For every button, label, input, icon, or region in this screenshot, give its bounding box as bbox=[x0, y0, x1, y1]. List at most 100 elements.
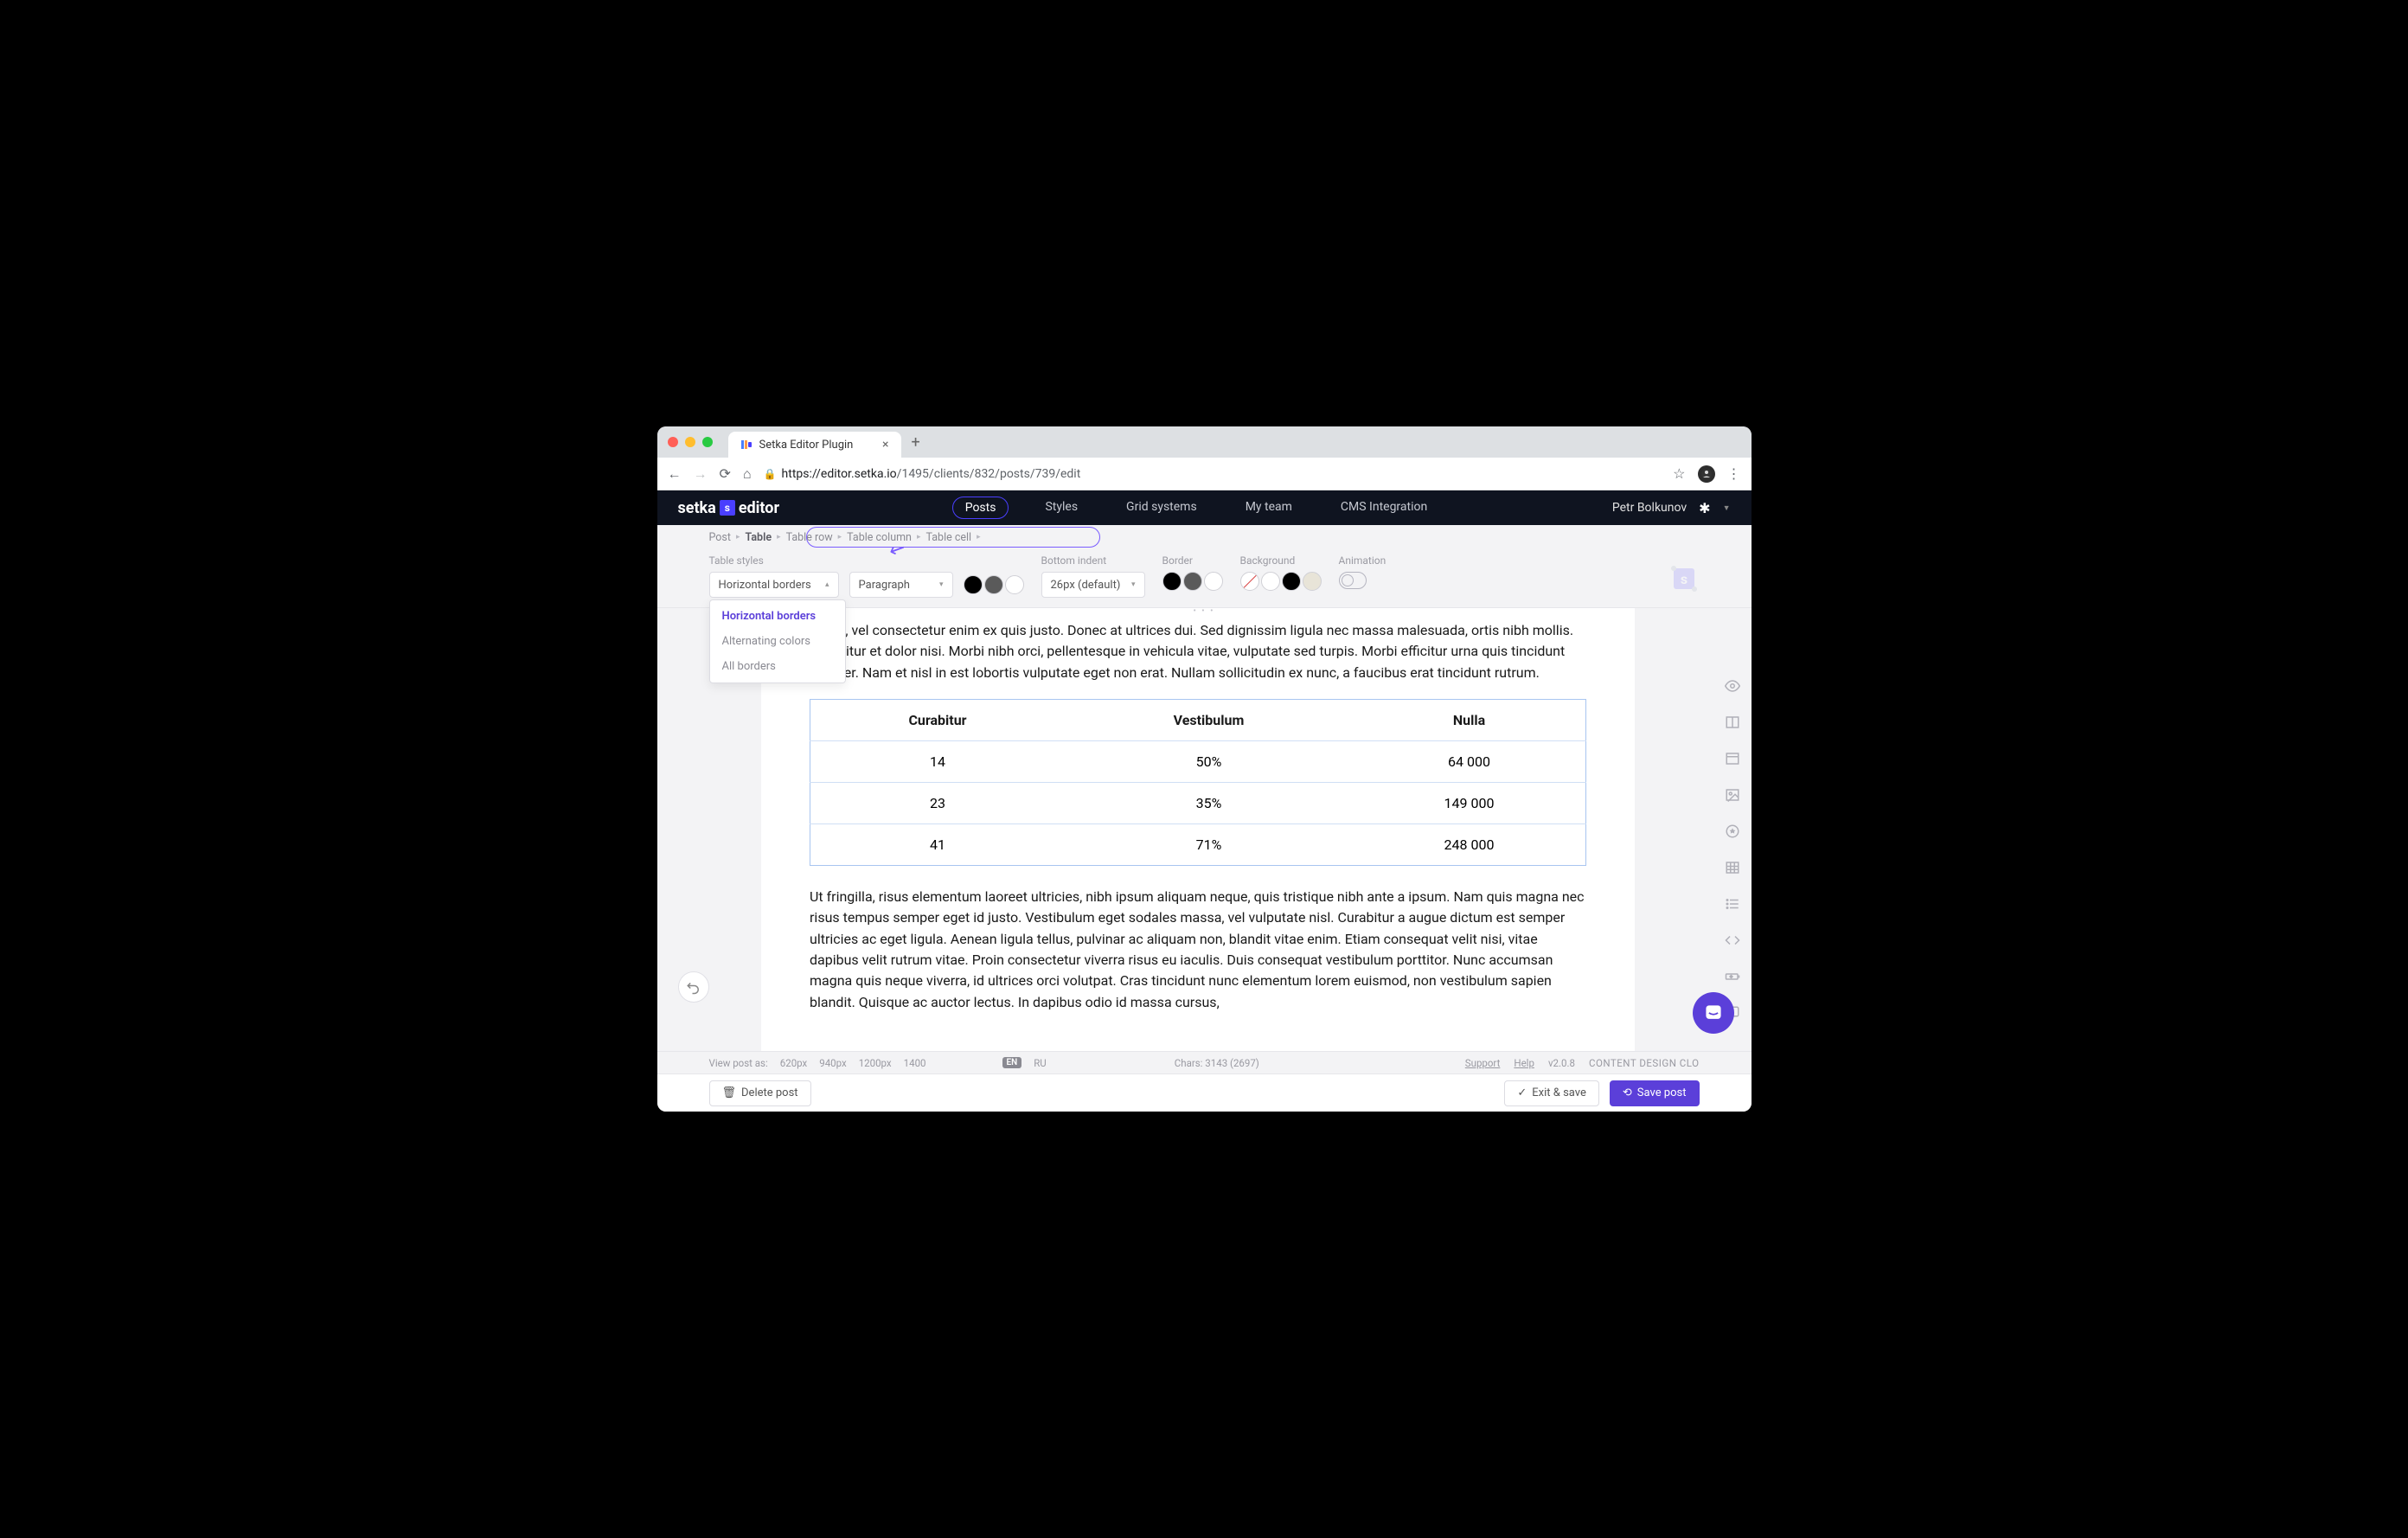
table-header-cell[interactable]: Vestibulum bbox=[1065, 699, 1353, 740]
table-cell[interactable]: 23 bbox=[810, 782, 1065, 823]
post-page[interactable]: s velit, vel consectetur enim ex quis ju… bbox=[761, 608, 1635, 1051]
paragraph-text[interactable]: Ut fringilla, risus elementum laoreet ul… bbox=[810, 887, 1586, 1013]
swatch-white[interactable] bbox=[1204, 572, 1223, 591]
intercom-widget[interactable] bbox=[1693, 992, 1734, 1034]
delete-post-button[interactable]: 🗑 Delete post bbox=[709, 1080, 811, 1106]
swatch-black[interactable] bbox=[964, 575, 983, 594]
animation-label: Animation bbox=[1339, 554, 1387, 567]
table-cell[interactable]: 71% bbox=[1065, 823, 1353, 865]
table-cell[interactable]: 149 000 bbox=[1353, 782, 1585, 823]
table-row[interactable]: 41 71% 248 000 bbox=[810, 823, 1586, 865]
dropdown-horizontal-borders[interactable]: Horizontal borders bbox=[710, 604, 845, 629]
app-logo[interactable]: setka s editor bbox=[678, 499, 780, 517]
close-window-icon[interactable] bbox=[668, 437, 678, 447]
window-titlebar: Setka Editor Plugin × + bbox=[657, 426, 1752, 458]
app-nav: Posts Styles Grid systems My team CMS In… bbox=[952, 497, 1440, 519]
right-tool-rail bbox=[1713, 608, 1752, 1051]
nav-posts[interactable]: Posts bbox=[952, 497, 1009, 519]
settings-gear-icon[interactable]: ✱ bbox=[1699, 500, 1710, 516]
breadcrumb-table-row[interactable]: Table row bbox=[786, 531, 833, 544]
settings-caret-icon[interactable]: ▼ bbox=[1723, 503, 1731, 513]
nav-styles[interactable]: Styles bbox=[1033, 497, 1090, 519]
width-option[interactable]: 1200px bbox=[859, 1057, 892, 1069]
back-icon[interactable]: ← bbox=[668, 465, 682, 483]
table-icon[interactable] bbox=[1724, 859, 1741, 876]
window-icon[interactable] bbox=[1724, 750, 1741, 767]
minimize-window-icon[interactable] bbox=[685, 437, 695, 447]
exit-save-button[interactable]: ✓ Exit & save bbox=[1504, 1080, 1599, 1106]
tab-close-icon[interactable]: × bbox=[882, 438, 888, 452]
breadcrumb-table[interactable]: Table bbox=[746, 531, 772, 544]
table-cell[interactable]: 50% bbox=[1065, 740, 1353, 782]
width-option[interactable]: 940px bbox=[819, 1057, 846, 1069]
width-option[interactable]: 620px bbox=[780, 1057, 807, 1069]
code-icon[interactable] bbox=[1724, 932, 1741, 949]
dropdown-all-borders[interactable]: All borders bbox=[710, 654, 845, 679]
swatch-none[interactable] bbox=[1240, 572, 1259, 591]
caret-up-icon: ▴ bbox=[825, 580, 829, 589]
profile-avatar-icon[interactable] bbox=[1698, 465, 1715, 483]
home-icon[interactable]: ⌂ bbox=[743, 465, 752, 483]
swatch-black[interactable] bbox=[1282, 572, 1301, 591]
paragraph-text[interactable]: s velit, vel consectetur enim ex quis ju… bbox=[810, 620, 1586, 683]
swatch-white[interactable] bbox=[1005, 575, 1024, 594]
table-cell[interactable]: 248 000 bbox=[1353, 823, 1585, 865]
battery-icon[interactable] bbox=[1724, 968, 1741, 985]
breadcrumb-post[interactable]: Post bbox=[709, 531, 731, 544]
swatch-white[interactable] bbox=[1261, 572, 1280, 591]
content-table[interactable]: Curabitur Vestibulum Nulla 14 50% 64 000… bbox=[810, 699, 1586, 866]
nav-grid-systems[interactable]: Grid systems bbox=[1114, 497, 1209, 519]
table-header-row[interactable]: Curabitur Vestibulum Nulla bbox=[810, 699, 1586, 740]
star-icon[interactable] bbox=[1724, 823, 1741, 840]
animation-toggle-icon[interactable] bbox=[1339, 572, 1367, 589]
user-name[interactable]: Petr Bolkunov bbox=[1612, 501, 1687, 515]
swatch-gray[interactable] bbox=[1183, 572, 1202, 591]
save-post-button[interactable]: ⟲ Save post bbox=[1610, 1080, 1700, 1106]
bookmark-icon[interactable]: ☆ bbox=[1673, 465, 1685, 482]
reload-icon[interactable]: ⟳ bbox=[720, 465, 731, 482]
svg-text:s: s bbox=[1680, 571, 1687, 587]
maximize-window-icon[interactable] bbox=[702, 437, 713, 447]
list-icon[interactable] bbox=[1724, 895, 1741, 913]
nav-my-team[interactable]: My team bbox=[1233, 497, 1304, 519]
table-cell[interactable]: 35% bbox=[1065, 782, 1353, 823]
lang-en[interactable]: EN bbox=[1002, 1057, 1022, 1068]
width-option[interactable]: 1400 bbox=[904, 1057, 926, 1069]
lang-ru[interactable]: RU bbox=[1034, 1057, 1047, 1069]
swatch-gray[interactable] bbox=[984, 575, 1003, 594]
table-cell[interactable]: 41 bbox=[810, 823, 1065, 865]
table-header-cell[interactable]: Curabitur bbox=[810, 699, 1065, 740]
browser-tab[interactable]: Setka Editor Plugin × bbox=[728, 432, 901, 458]
traffic-lights bbox=[668, 437, 713, 447]
forward-icon: → bbox=[694, 465, 708, 483]
table-cell[interactable]: 14 bbox=[810, 740, 1065, 782]
new-tab-icon[interactable]: + bbox=[912, 433, 920, 452]
nav-cms-integration[interactable]: CMS Integration bbox=[1329, 497, 1439, 519]
trash-icon: 🗑 bbox=[722, 1086, 737, 1099]
text-color-swatches bbox=[964, 575, 1024, 594]
eye-icon[interactable] bbox=[1724, 677, 1741, 695]
image-icon[interactable] bbox=[1724, 786, 1741, 804]
table-style-select[interactable]: Horizontal borders ▴ bbox=[709, 572, 839, 598]
table-row[interactable]: 23 35% 149 000 bbox=[810, 782, 1586, 823]
breadcrumb-table-column[interactable]: Table column bbox=[847, 531, 912, 544]
breadcrumb-table-cell[interactable]: Table cell bbox=[925, 531, 971, 544]
border-color-swatches bbox=[1162, 572, 1223, 591]
columns-icon[interactable] bbox=[1724, 714, 1741, 731]
table-header-cell[interactable]: Nulla bbox=[1353, 699, 1585, 740]
paragraph-select[interactable]: Paragraph ▾ bbox=[849, 572, 953, 598]
undo-button[interactable] bbox=[678, 971, 709, 1003]
swatch-cream[interactable] bbox=[1303, 572, 1322, 591]
table-row[interactable]: 14 50% 64 000 bbox=[810, 740, 1586, 782]
url-field[interactable]: 🔒 https://editor.setka.io/1495/clients/8… bbox=[764, 467, 1662, 481]
bottom-indent-select[interactable]: 26px (default) ▾ bbox=[1041, 572, 1145, 598]
swatch-black[interactable] bbox=[1162, 572, 1182, 591]
browser-menu-icon[interactable]: ⋮ bbox=[1727, 465, 1741, 482]
dropdown-alternating-colors[interactable]: Alternating colors bbox=[710, 629, 845, 654]
table-cell[interactable]: 64 000 bbox=[1353, 740, 1585, 782]
tab-title: Setka Editor Plugin bbox=[759, 439, 854, 452]
drag-handle-icon[interactable]: • • • bbox=[1193, 608, 1214, 616]
help-link[interactable]: Help bbox=[1514, 1057, 1534, 1069]
support-link[interactable]: Support bbox=[1465, 1057, 1501, 1069]
chevron-right-icon: ▸ bbox=[838, 533, 842, 542]
